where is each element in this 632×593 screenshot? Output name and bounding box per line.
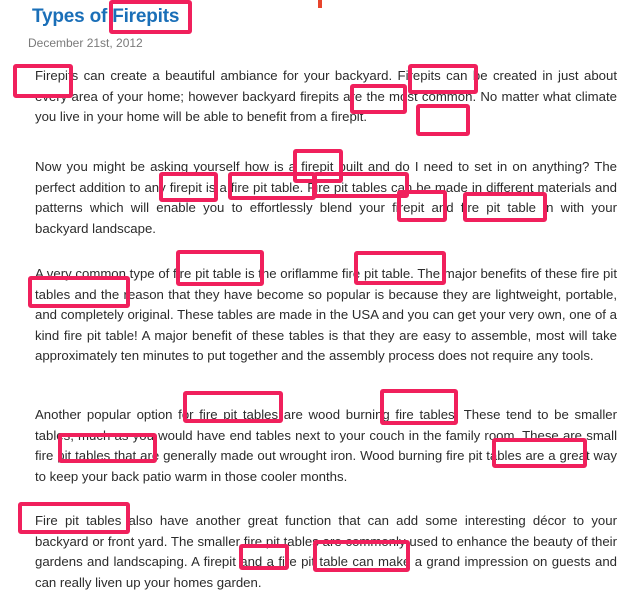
keyword-highlight: [176, 250, 264, 286]
keyword-highlight: [416, 104, 470, 136]
keyword-highlight: [463, 192, 547, 222]
keyword-highlight: [13, 64, 73, 98]
keyword-highlight: [28, 276, 130, 308]
top-accent-mark: [318, 0, 322, 8]
keyword-highlight: [109, 0, 192, 34]
keyword-highlight: [183, 391, 283, 423]
keyword-highlight: [228, 172, 316, 200]
article-date: December 21st, 2012: [28, 36, 143, 50]
keyword-highlight: [380, 389, 458, 425]
keyword-highlight: [239, 544, 289, 570]
keyword-highlight: [408, 64, 478, 94]
keyword-highlight: [313, 540, 410, 572]
paragraph-1: Firepits can create a beautiful ambiance…: [35, 68, 617, 124]
keyword-highlight: [350, 84, 407, 114]
keyword-highlight: [159, 172, 218, 202]
keyword-highlight: [18, 502, 130, 534]
keyword-highlight: [354, 251, 446, 285]
keyword-highlight: [313, 172, 409, 198]
keyword-highlight: [58, 433, 157, 463]
keyword-highlight: [492, 438, 587, 468]
keyword-highlight: [397, 190, 447, 222]
